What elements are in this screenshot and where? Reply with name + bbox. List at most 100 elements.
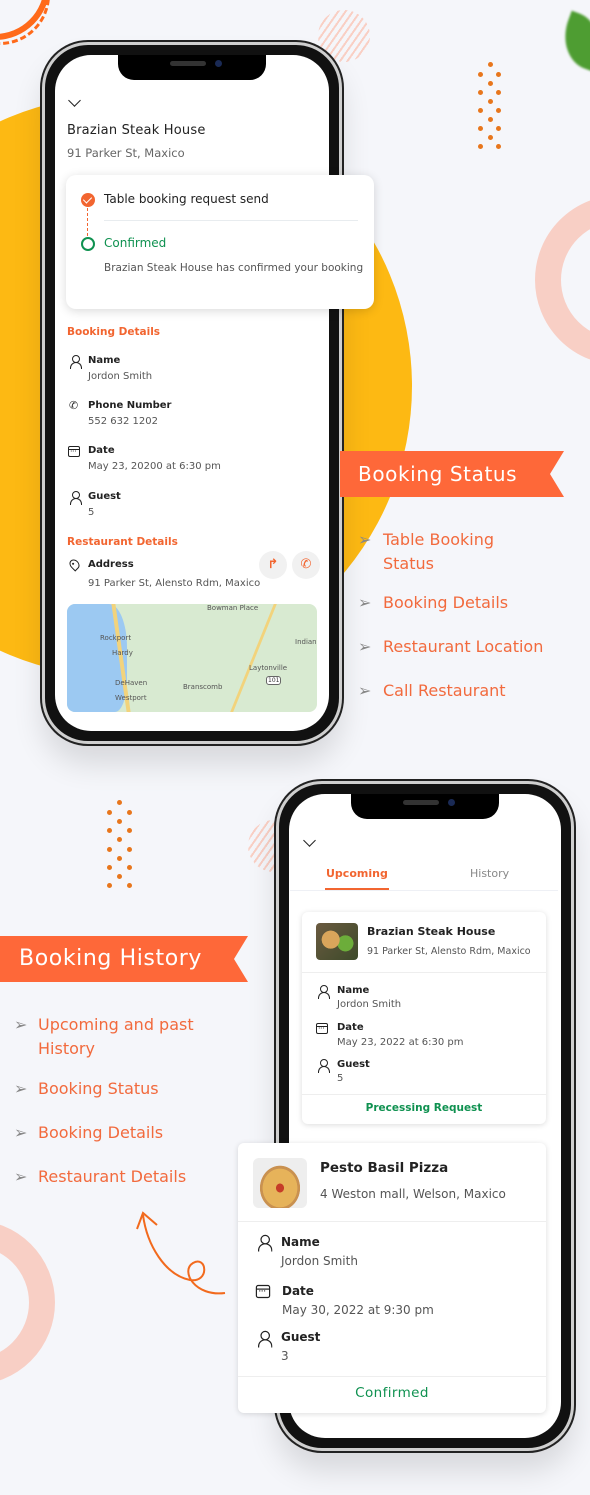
call-icon: ✆ [300, 557, 312, 572]
feature-item: Restaurant Location [383, 637, 544, 656]
map-label: DeHaven [115, 679, 148, 687]
restaurant-address: 4 Weston mall, Welson, Maxico [320, 1187, 506, 1201]
field-value: Jordon Smith [337, 999, 402, 1010]
field-label: Name [88, 355, 121, 366]
tab-upcoming[interactable]: Upcoming [326, 867, 388, 880]
dots-decoration [476, 60, 504, 155]
feature-item: Status [383, 554, 434, 573]
field-value: 3 [281, 1349, 289, 1363]
divider [238, 1376, 546, 1377]
field-label: Date [337, 1022, 364, 1033]
arrow-bullet-icon: ➢ [358, 637, 372, 656]
phone-icon: ✆ [69, 399, 79, 412]
curly-arrow-icon [136, 1211, 226, 1295]
feature-item: History [38, 1039, 95, 1058]
field-label: Name [337, 985, 370, 996]
field-value: May 23, 2022 at 6:30 pm [337, 1037, 464, 1048]
section-heading-restaurant-details: Restaurant Details [67, 536, 178, 548]
feature-item: Restaurant Details [38, 1167, 187, 1186]
restaurant-address: 91 Parker St, Alensto Rdm, Maxico [367, 946, 531, 957]
address-value: 91 Parker St, Alensto Rdm, Maxico [88, 578, 261, 589]
arrow-bullet-icon: ➢ [14, 1079, 28, 1098]
call-restaurant-button[interactable]: ✆ [292, 551, 320, 579]
field-value: Jordon Smith [281, 1254, 358, 1268]
field-label: Phone Number [88, 400, 172, 411]
restaurant-map[interactable]: Bowman Place Rockport Hardy Laytonville … [67, 604, 317, 712]
pink-ring-decoration [535, 195, 590, 365]
booking-card[interactable]: Brazian Steak House 91 Parker St, Alenst… [302, 912, 546, 1124]
feature-item: Booking Details [383, 593, 509, 612]
directions-icon: ↱ [267, 557, 279, 572]
map-label: Westport [115, 694, 147, 702]
divider [104, 220, 358, 221]
orange-dashed-ring-decoration [0, 0, 50, 45]
feature-item: Booking Status [38, 1079, 159, 1098]
pending-circle-icon [81, 237, 95, 251]
timeline-step-title: Table booking request send [104, 192, 269, 206]
section-heading-booking-details: Booking Details [67, 326, 161, 338]
timeline-step-title: Confirmed [104, 236, 167, 250]
arrow-bullet-icon: ➢ [358, 530, 372, 549]
arrow-bullet-icon: ➢ [358, 681, 372, 700]
restaurant-name: Pesto Basil Pizza [320, 1160, 449, 1176]
person-icon [317, 1059, 330, 1073]
calendar-icon [68, 446, 80, 457]
field-label: Guest [88, 491, 121, 502]
feature-item: Booking Details [38, 1123, 164, 1142]
directions-button[interactable]: ↱ [259, 551, 287, 579]
timeline-connector [87, 208, 88, 236]
person-icon [69, 491, 82, 505]
restaurant-name: Brazian Steak House [67, 123, 206, 138]
field-label: Guest [337, 1059, 370, 1070]
feature-item: Table Booking [383, 530, 495, 549]
address-label: Address [88, 559, 134, 570]
pink-ring-decoration [0, 1220, 55, 1385]
field-label: Date [282, 1284, 314, 1298]
person-icon [257, 1234, 273, 1252]
field-value: Jordon Smith [88, 371, 153, 382]
map-label: Bowman Place [207, 604, 259, 612]
booking-status-label: Confirmed [355, 1385, 429, 1401]
field-value: 552 632 1202 [88, 416, 158, 427]
divider [238, 1221, 546, 1222]
map-label: Hardy [112, 649, 133, 657]
restaurant-thumbnail [316, 923, 358, 960]
leaf-decoration [554, 10, 590, 72]
arrow-bullet-icon: ➢ [14, 1167, 28, 1186]
tabs-divider [290, 890, 558, 891]
tab-history[interactable]: History [470, 867, 509, 880]
field-label: Date [88, 445, 115, 456]
map-label: Branscomb [183, 683, 223, 691]
feature-item: Upcoming and past [38, 1015, 194, 1034]
booking-card[interactable]: Pesto Basil Pizza 4 Weston mall, Welson,… [238, 1143, 546, 1413]
arrow-bullet-icon: ➢ [358, 593, 372, 612]
check-circle-icon [81, 193, 95, 207]
highway-shield: 101 [266, 676, 282, 685]
person-icon [257, 1330, 273, 1348]
booking-status-timeline-card: Table booking request send Confirmed Bra… [66, 175, 374, 309]
phone-notch [118, 55, 266, 80]
map-label: Indian [295, 638, 317, 646]
map-label: Rockport [100, 634, 132, 642]
arrow-bullet-icon: ➢ [14, 1123, 28, 1142]
restaurant-thumbnail [253, 1158, 307, 1208]
field-value: May 23, 20200 at 6:30 pm [88, 461, 221, 472]
field-value: May 30, 2022 at 9:30 pm [282, 1303, 434, 1317]
map-label: Laytonville [249, 664, 288, 672]
restaurant-name: Brazian Steak House [367, 925, 496, 938]
dots-decoration [105, 798, 133, 893]
divider [302, 1094, 546, 1095]
booking-status-label: Precessing Request [365, 1102, 483, 1114]
calendar-icon [255, 1284, 271, 1299]
field-value: 5 [337, 1073, 344, 1084]
booking-status-banner: Booking Status [340, 451, 564, 497]
person-icon [69, 355, 82, 369]
calendar-icon [316, 1023, 328, 1034]
field-value: 5 [88, 507, 95, 518]
phone-notch [351, 794, 499, 819]
booking-history-banner: Booking History [0, 936, 248, 982]
map-road [230, 604, 277, 712]
field-label: Name [281, 1235, 320, 1249]
divider [302, 972, 546, 973]
restaurant-address: 91 Parker St, Maxico [67, 146, 185, 160]
